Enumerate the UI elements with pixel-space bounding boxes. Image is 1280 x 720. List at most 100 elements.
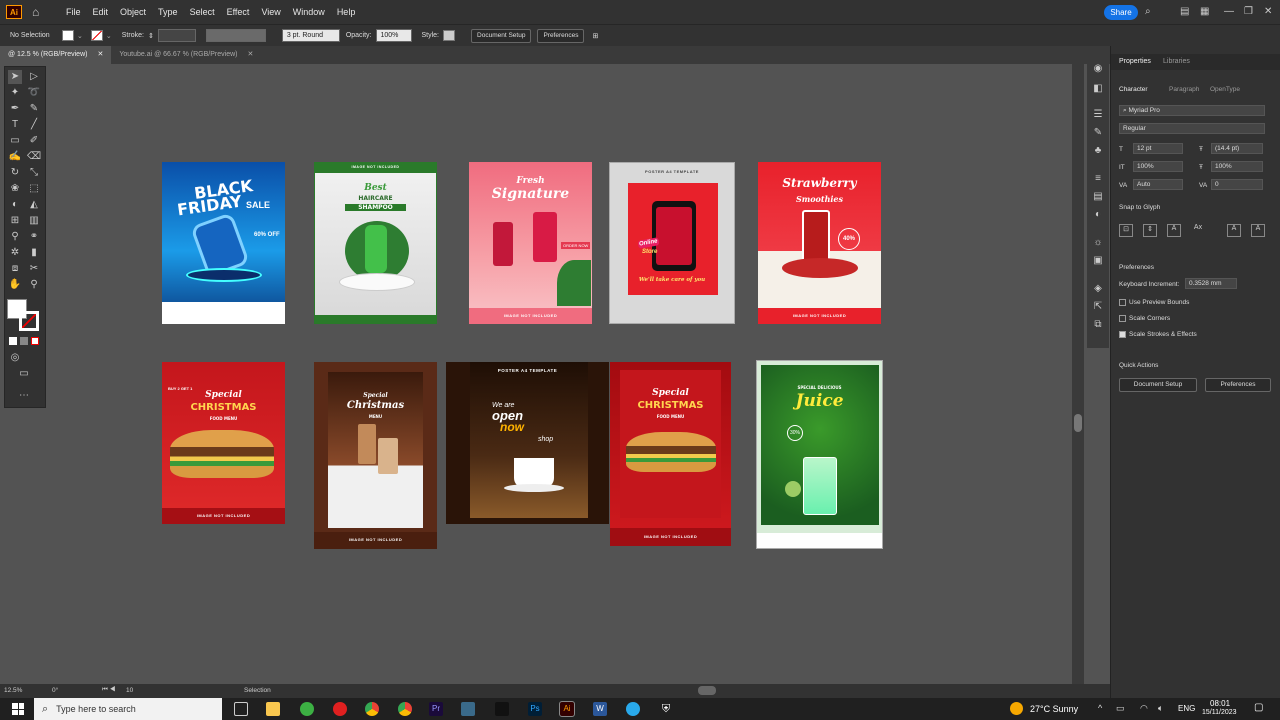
graph-icon[interactable]: ▮	[27, 246, 41, 260]
tab-document-1[interactable]: @ 12.5 % (RGB/Preview) ✕	[0, 46, 112, 64]
layers-icon[interactable]: ☰	[1091, 108, 1105, 122]
glyph-snap-icon[interactable]: ⊡	[1119, 224, 1133, 237]
poster-online-store[interactable]: POSTER A4 TEMPLATE Online Store We'll ta…	[609, 162, 735, 324]
premiere-icon[interactable]: Pr	[429, 702, 443, 716]
gradient-icon[interactable]: ▥	[27, 214, 41, 228]
align-icon[interactable]: ⊞	[592, 32, 598, 40]
poster-christmas-burger[interactable]: BUY 2 GET 1 Special CHRISTMAS FOOD MENU …	[162, 362, 285, 524]
menu-file[interactable]: File	[60, 7, 87, 17]
tab-character[interactable]: Character	[1119, 86, 1148, 93]
layers-stack-icon[interactable]: ◈	[1091, 282, 1105, 296]
color-mode-icon[interactable]	[9, 337, 17, 345]
fill-swatch[interactable]	[62, 30, 74, 41]
telegram-icon[interactable]	[626, 702, 640, 716]
image-trace-icon[interactable]: ▣	[1091, 254, 1105, 268]
stroke-swatch[interactable]	[90, 30, 103, 41]
stroke-color-swatch[interactable]	[19, 311, 39, 331]
checkbox[interactable]	[1119, 299, 1126, 306]
volume-icon[interactable]: 🔈︎	[1158, 703, 1163, 714]
color-icon[interactable]: ◧	[1091, 82, 1105, 96]
home-icon[interactable]: ⌂	[32, 6, 46, 18]
eyedropper-icon[interactable]: ⚲	[8, 230, 22, 244]
glyph-snap-icon[interactable]: A	[1251, 224, 1265, 237]
font-family-field[interactable]: ⌕ Myriad Pro	[1119, 105, 1265, 116]
horizontal-scale-field[interactable]: 100%	[1211, 161, 1263, 172]
pen-tool-icon[interactable]: ✒	[8, 102, 22, 116]
sun-icon[interactable]: ☼	[1091, 236, 1105, 250]
appearance-icon[interactable]: ◉	[1091, 62, 1105, 76]
document-setup-button[interactable]: Document Setup	[471, 28, 532, 43]
brush-field[interactable]: 3 pt. Round	[281, 29, 340, 42]
scale-strokes-row[interactable]: Scale Strokes & Effects	[1119, 331, 1197, 338]
live-paint-icon[interactable]: ◭	[27, 198, 41, 212]
eraser-icon[interactable]: ⌫	[27, 150, 41, 164]
resolve-icon[interactable]	[461, 702, 475, 716]
paintbrush-icon[interactable]: ✐	[27, 134, 41, 148]
close-icon[interactable]: ✕	[97, 46, 103, 64]
share-button[interactable]: Share	[1104, 5, 1138, 20]
tab-libraries[interactable]: Libraries	[1163, 58, 1190, 65]
illustrator-icon[interactable]: Ai	[559, 701, 575, 717]
rotation-angle[interactable]: 0°	[52, 687, 58, 694]
maximize-icon[interactable]: ❐	[1244, 6, 1253, 17]
glyph-snap-icon[interactable]: A	[1167, 224, 1181, 237]
close-icon[interactable]: ✕	[1264, 6, 1272, 17]
stroke-icon[interactable]: ≡	[1091, 172, 1105, 186]
symbols-icon[interactable]: ♣	[1091, 144, 1105, 158]
transparency-icon[interactable]: ◐	[1091, 208, 1105, 222]
tray-chevron-icon[interactable]: ^	[1098, 703, 1102, 713]
document-setup-button[interactable]: Document Setup	[1119, 378, 1197, 392]
stroke-weight-field[interactable]	[157, 29, 196, 42]
artboards-icon[interactable]: ⧉	[1091, 318, 1105, 332]
warp-icon[interactable]: ❀	[8, 182, 22, 196]
preferences-button[interactable]: Preferences	[537, 28, 585, 43]
weather-text[interactable]: 27°C Sunny	[1030, 704, 1078, 714]
taskbar-search[interactable]: ⌕ Type here to search	[34, 698, 222, 720]
gradient-panel-icon[interactable]: ▤	[1091, 190, 1105, 204]
clock-time[interactable]: 08:01	[1210, 699, 1230, 708]
draw-mode-icon[interactable]: ◎	[8, 351, 22, 365]
tab-opentype[interactable]: OpenType	[1210, 86, 1240, 93]
use-preview-bounds-row[interactable]: Use Preview Bounds	[1119, 299, 1189, 306]
tab-youtube[interactable]: Youtube.ai @ 66.67 % (RGB/Preview) ✕	[111, 46, 261, 64]
variable-width-field[interactable]	[205, 29, 266, 42]
word-icon[interactable]: W	[593, 702, 607, 716]
magic-wand-icon[interactable]: ✦	[8, 86, 22, 100]
poster-fresh-signature[interactable]: Fresh Signature ORDER NOW IMAGE NOT INCL…	[469, 162, 592, 324]
font-style-field[interactable]: Regular	[1119, 123, 1265, 134]
opacity-field[interactable]: 100%	[375, 29, 412, 42]
chevron-down-icon[interactable]: ⌄	[77, 32, 83, 40]
chrome-icon[interactable]	[398, 702, 412, 716]
windows-start-icon[interactable]	[12, 703, 24, 715]
poster-black-friday[interactable]: BLACK FRIDAY SALE 60% OFF	[162, 162, 285, 324]
zoom-tool-icon[interactable]: ⚲	[27, 278, 41, 292]
menu-view[interactable]: View	[255, 7, 286, 17]
style-swatch[interactable]	[443, 30, 456, 41]
menu-window[interactable]: Window	[287, 7, 331, 17]
notification-icon[interactable]: ▢	[1254, 702, 1263, 713]
brushes-icon[interactable]: ✎	[1091, 126, 1105, 140]
slice-icon[interactable]: ✂	[27, 262, 41, 276]
capcut-icon[interactable]	[495, 702, 509, 716]
app-icon[interactable]	[300, 702, 314, 716]
file-explorer-icon[interactable]	[266, 702, 280, 716]
poster-strawberry-smoothies[interactable]: Strawberry Smoothies 40% IMAGE NOT INCLU…	[758, 162, 881, 324]
vertical-scrollbar[interactable]	[1072, 64, 1084, 684]
menu-help[interactable]: Help	[331, 7, 362, 17]
language-indicator[interactable]: ENG	[1178, 704, 1195, 713]
shape-builder-icon[interactable]: ◐	[8, 198, 22, 212]
glyph-snap-icon[interactable]: A	[1227, 224, 1241, 237]
line-tool-icon[interactable]: ╱	[27, 118, 41, 132]
search-icon[interactable]: ⌕	[1145, 6, 1151, 17]
chrome-icon[interactable]	[365, 702, 379, 716]
poster-christmas-coffee[interactable]: Special Christmas MENU IMAGE NOT INCLUDE…	[314, 362, 437, 549]
glyph-snap-icon[interactable]: ⇕	[1143, 224, 1157, 237]
screen-mode-icon[interactable]: ▭	[17, 367, 31, 381]
curvature-icon[interactable]: ✎	[27, 102, 41, 116]
workspace-icon[interactable]: ▦	[1200, 6, 1209, 17]
rectangle-tool-icon[interactable]: ▭	[8, 134, 22, 148]
scale-corners-row[interactable]: Scale Corners	[1119, 315, 1170, 322]
rotate-icon[interactable]: ↻	[8, 166, 22, 180]
chevron-down-icon[interactable]: ⌄	[106, 32, 112, 40]
artboard-icon[interactable]: ⧈	[8, 262, 22, 276]
